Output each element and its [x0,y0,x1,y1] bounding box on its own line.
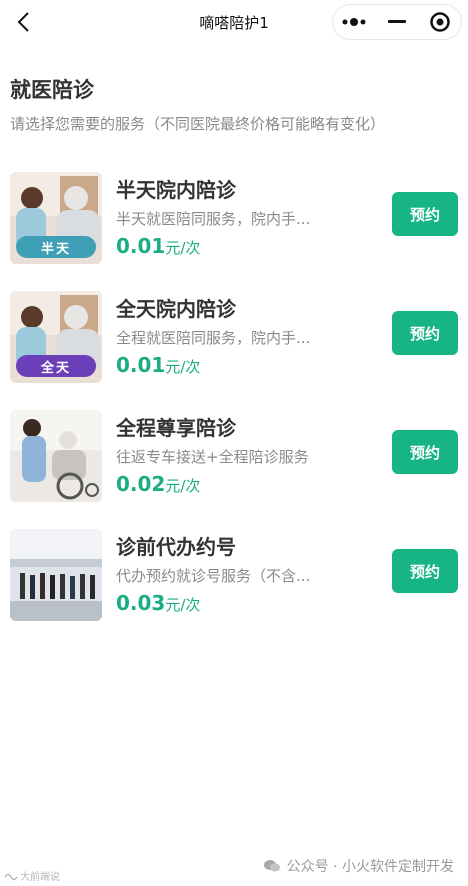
duration-badge: 半天 [16,236,96,258]
price-unit: 元/次 [165,477,201,495]
price-unit: 元/次 [165,358,201,376]
service-thumbnail: 半天 [10,172,102,264]
close-button[interactable] [418,5,461,39]
watermark-right: 公众号 · 小火软件定制开发 [263,856,454,876]
service-thumbnail [10,410,102,502]
service-price: 0.01元/次 [116,353,200,377]
minimize-icon [388,20,406,23]
wave-icon [4,873,18,880]
minimize-button[interactable] [376,5,419,39]
service-page: 嘀嗒陪护1 就医陪诊 请选择您需要的服务（不同医院最终价格可能略有变化） 半天 … [0,0,468,886]
target-close-icon [429,12,450,32]
price-value: 0.01 [116,234,166,258]
price-value: 0.03 [116,591,166,615]
miniprogram-capsule [332,4,462,40]
wechat-icon [263,860,280,872]
service-price: 0.01元/次 [116,234,200,258]
section-title: 就医陪诊 [10,78,94,102]
price-unit: 元/次 [165,239,201,257]
more-dots-icon [342,18,366,26]
service-item-premium[interactable]: 全程尊享陪诊 往返专车接送+全程陪诊服务 0.02元/次 预约 [0,408,468,527]
service-description: 全程就医陪同服务，院内手... [116,329,311,347]
watermark-left-text: 大前端说 [20,872,60,883]
service-name: 全天院内陪诊 [116,297,236,321]
service-description: 半天就医陪同服务，院内手... [116,210,311,228]
service-thumbnail [10,529,102,621]
service-price: 0.02元/次 [116,472,200,496]
service-name: 全程尊享陪诊 [116,416,236,440]
watermark-right-text: 公众号 · 小火软件定制开发 [286,859,454,875]
watermark-left: 大前端说 [4,868,60,883]
service-price: 0.03元/次 [116,591,200,615]
service-name: 诊前代办约号 [116,535,236,559]
service-description: 代办预约就诊号服务（不含... [116,567,311,585]
price-unit: 元/次 [165,596,201,614]
service-item-registration[interactable]: 诊前代办约号 代办预约就诊号服务（不含... 0.03元/次 预约 [0,527,468,646]
price-value: 0.01 [116,353,166,377]
section-subtitle: 请选择您需要的服务（不同医院最终价格可能略有变化） [10,115,386,133]
service-description: 往返专车接送+全程陪诊服务 [116,448,309,466]
service-list: 半天 半天院内陪诊 半天就医陪同服务，院内手... 0.01元/次 预约 全天 … [0,170,468,646]
service-thumbnail: 全天 [10,291,102,383]
duration-badge: 全天 [16,355,96,377]
more-button[interactable] [333,5,376,39]
price-value: 0.02 [116,472,166,496]
book-button[interactable]: 预约 [392,430,458,474]
navbar: 嘀嗒陪护1 [0,0,468,44]
service-name: 半天院内陪诊 [116,178,236,202]
book-button[interactable]: 预约 [392,192,458,236]
book-button[interactable]: 预约 [392,311,458,355]
service-item-half-day[interactable]: 半天 半天院内陪诊 半天就医陪同服务，院内手... 0.01元/次 预约 [0,170,468,289]
book-button[interactable]: 预约 [392,549,458,593]
service-item-full-day[interactable]: 全天 全天院内陪诊 全程就医陪同服务，院内手... 0.01元/次 预约 [0,289,468,408]
